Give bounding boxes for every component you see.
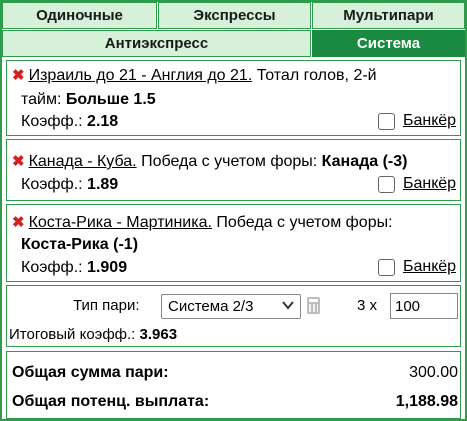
match-link[interactable]: Канада - Куба.: [29, 153, 137, 170]
coef: Коэфф.: 2.18: [21, 113, 119, 130]
bet-pick: Канада (-3): [321, 153, 408, 170]
match-link[interactable]: Коста-Рика - Мартиника.: [29, 214, 212, 231]
tab-multipari[interactable]: Мультипари: [312, 2, 465, 29]
remove-icon[interactable]: ✖: [12, 214, 25, 231]
stake-input[interactable]: [390, 293, 458, 319]
remove-icon[interactable]: ✖: [12, 153, 25, 170]
tab-express[interactable]: Экспрессы: [158, 2, 311, 29]
coef-value: 1.909: [87, 259, 128, 276]
total-payout-value: 1,188.98: [395, 393, 458, 410]
bet-description-cont: тайм: Больше 1.5: [21, 91, 156, 108]
bet-item: ✖ Коста-Рика - Мартиника. Победа с учетом…: [6, 204, 461, 282]
bet-description: ✖ Канада - Куба. Победа с учетом форы: Ка…: [12, 153, 408, 170]
bet-slip: Одиночные Экспрессы Мультипари Антиэкспр…: [0, 0, 467, 421]
banker-option: Банкёр: [377, 175, 456, 193]
bet-description-cont: Коста-Рика (-1): [21, 235, 138, 255]
multiplier-label: 3 x: [357, 297, 378, 314]
banker-link[interactable]: Банкёр: [403, 258, 456, 276]
tab-single[interactable]: Одиночные: [2, 2, 157, 29]
total-coef: Итоговый коэфф.: 3.963: [9, 326, 178, 343]
bet-pick: Больше 1.5: [65, 91, 156, 108]
banker-link[interactable]: Банкёр: [403, 175, 456, 193]
bet-item: ✖ Канада - Куба. Победа с учетом форы: Ка…: [6, 139, 461, 201]
bet-type-label: Тип пари:: [73, 297, 140, 314]
match-link[interactable]: Израиль до 21 - Англия до 21.: [29, 67, 253, 84]
chevron-down-icon: [282, 301, 294, 310]
bet-type-tabs: Одиночные Экспрессы Мультипари Антиэкспр…: [2, 2, 465, 57]
total-coef-value: 3.963: [139, 326, 178, 343]
coef-value: 2.18: [87, 113, 119, 130]
banker-checkbox[interactable]: [377, 175, 395, 193]
bet-pick: Коста-Рика (-1): [21, 236, 139, 253]
coef: Коэфф.: 1.909: [21, 259, 128, 276]
banker-option: Банкёр: [377, 258, 456, 276]
total-payout-label: Общая потенц. выплата:: [12, 393, 210, 410]
total-sum-label: Общая сумма пари:: [12, 364, 169, 381]
total-sum-value: 300.00: [409, 364, 458, 381]
banker-checkbox[interactable]: [377, 112, 395, 130]
tab-system[interactable]: Система: [312, 30, 465, 57]
coef: Коэфф.: 1.89: [21, 176, 119, 193]
banker-checkbox[interactable]: [377, 258, 395, 276]
tab-antiexpress[interactable]: Антиэкспресс: [2, 30, 311, 57]
bet-item: ✖ Израиль до 21 - Англия до 21. Тотал гол…: [6, 60, 461, 136]
system-select-value: Система 2/3: [168, 298, 254, 315]
banker-option: Банкёр: [377, 112, 456, 130]
bet-description: ✖ Коста-Рика - Мартиника. Победа с учетом…: [12, 214, 393, 231]
remove-icon[interactable]: ✖: [12, 67, 25, 84]
banker-link[interactable]: Банкёр: [403, 112, 456, 130]
system-select[interactable]: Система 2/3: [161, 294, 301, 319]
calculator-icon[interactable]: [307, 297, 320, 314]
totals: Общая сумма пари: 300.00 Общая потенц. в…: [6, 351, 461, 419]
bet-description: ✖ Израиль до 21 - Англия до 21. Тотал гол…: [12, 67, 377, 84]
system-settings: Тип пари: Система 2/3 3 x Итоговый коэфф…: [6, 285, 461, 347]
coef-value: 1.89: [87, 176, 119, 193]
